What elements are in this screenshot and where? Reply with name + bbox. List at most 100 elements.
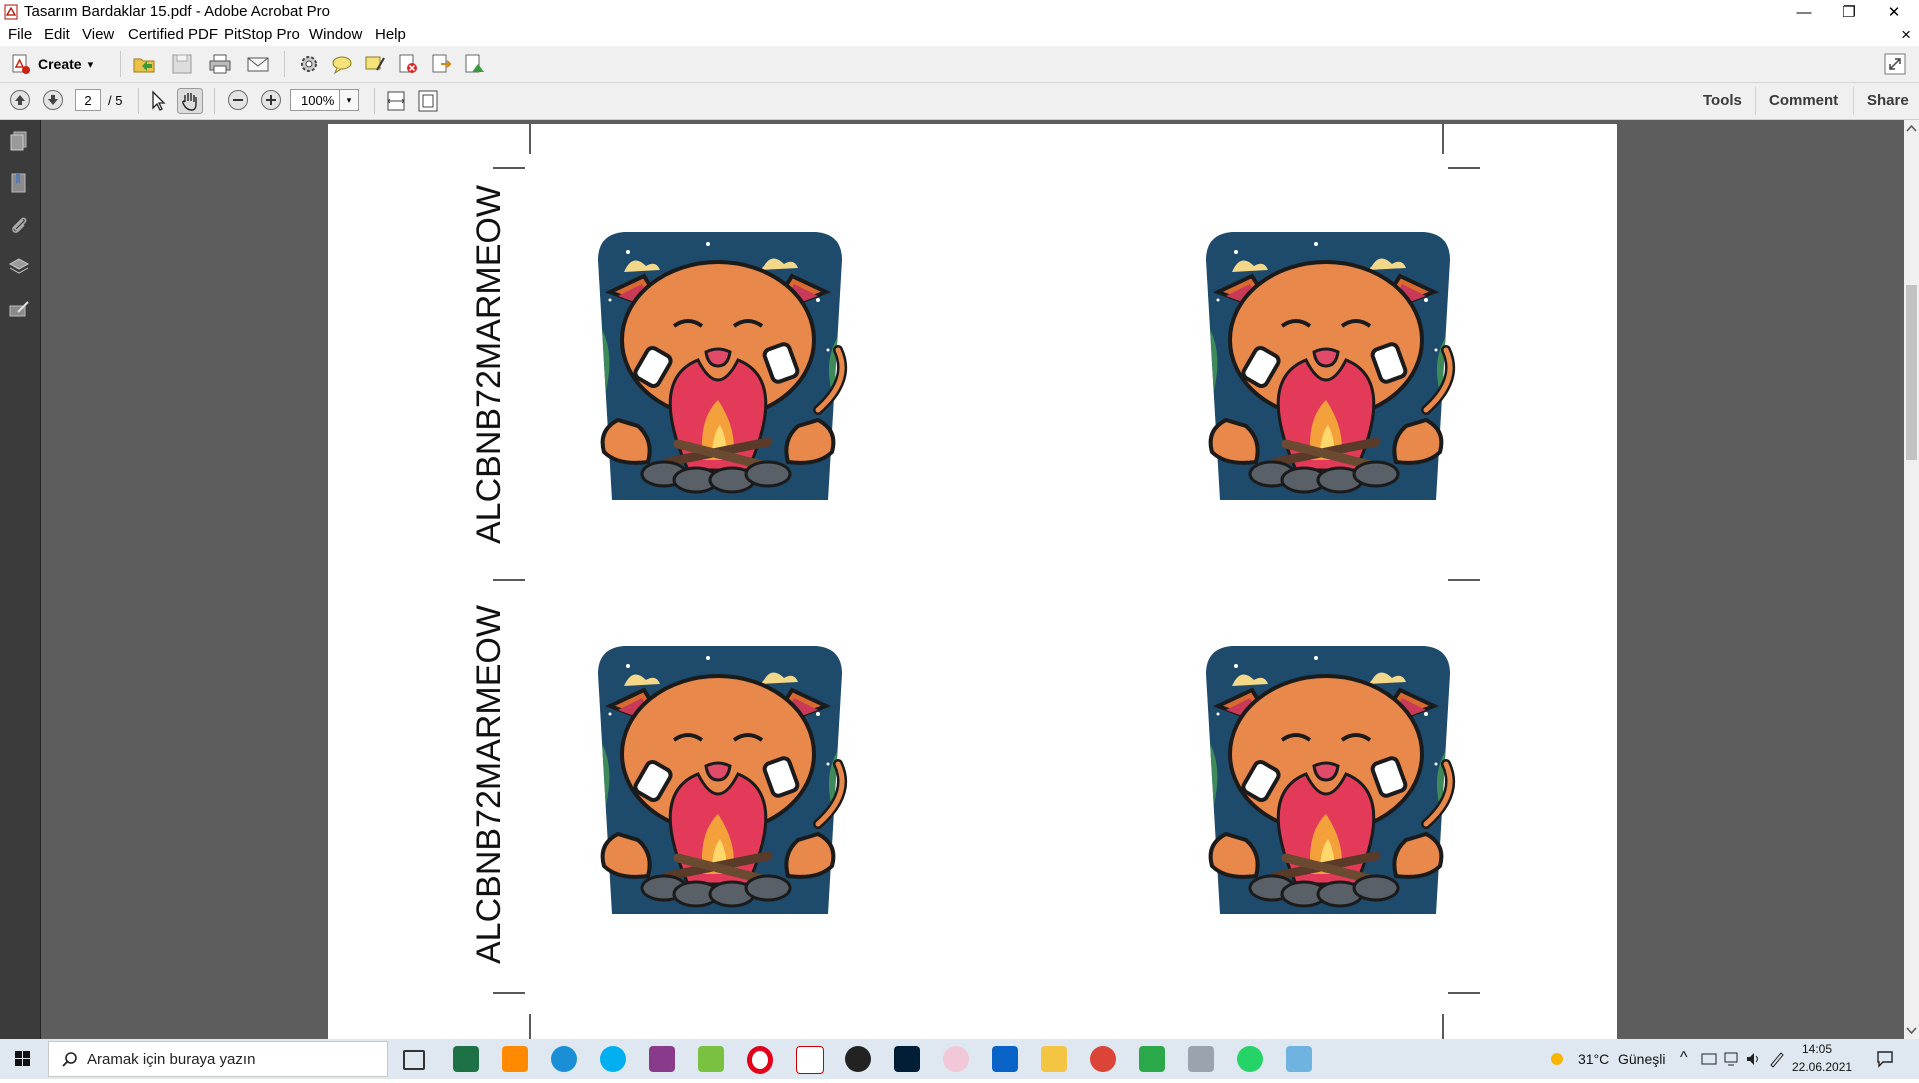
- share-link[interactable]: Share: [1867, 92, 1909, 109]
- page-total: / 5: [108, 93, 123, 108]
- search-icon: [62, 1052, 77, 1067]
- tools-link[interactable]: Tools: [1703, 92, 1742, 109]
- comment-icon[interactable]: [330, 52, 354, 76]
- signatures-icon[interactable]: [8, 298, 30, 320]
- menu-file[interactable]: File: [8, 26, 32, 43]
- title-bar: Tasarım Bardaklar 15.pdf - Adobe Acrobat…: [0, 0, 1919, 24]
- opera-icon[interactable]: [747, 1046, 773, 1074]
- email-icon[interactable]: [246, 52, 270, 76]
- vertical-label-top: ALCBNB72MARMEOW: [470, 185, 508, 544]
- zoom-dropdown-button[interactable]: ▾: [339, 89, 359, 111]
- green-app-2-icon[interactable]: [1139, 1046, 1165, 1072]
- next-page-button[interactable]: [43, 90, 63, 110]
- bookmarks-icon[interactable]: [8, 172, 30, 194]
- winrar-icon[interactable]: [649, 1046, 675, 1072]
- blue-app-icon[interactable]: [1286, 1046, 1312, 1072]
- zoom-level-input[interactable]: 100%: [290, 89, 340, 111]
- sticker-bottom-left: [588, 644, 852, 924]
- clock-date[interactable]: 22.06.2021: [1792, 1060, 1852, 1074]
- settings-icon[interactable]: [297, 52, 321, 76]
- close-document-button[interactable]: ×: [1901, 25, 1911, 45]
- main-toolbar: Create ▾: [0, 46, 1919, 83]
- close-window-button[interactable]: ✕: [1871, 0, 1917, 24]
- photoshop-icon[interactable]: [894, 1046, 920, 1072]
- acrobat-icon[interactable]: [796, 1046, 824, 1074]
- scrollbar-thumb[interactable]: [1906, 285, 1917, 460]
- page-artwork: ALCBNB72MARMEOW ALCBNB72MARMEOW: [470, 124, 1480, 1039]
- menu-view[interactable]: View: [82, 26, 114, 43]
- task-view-icon[interactable]: [403, 1050, 425, 1070]
- scroll-down-icon[interactable]: [1904, 1025, 1919, 1037]
- fit-page-icon[interactable]: [416, 89, 440, 113]
- document-view[interactable]: ALCBNB72MARMEOW ALCBNB72MARMEOW: [41, 120, 1904, 1039]
- volume-icon[interactable]: [1744, 1050, 1762, 1068]
- hand-tool-icon[interactable]: [177, 88, 203, 114]
- file-explorer-icon[interactable]: [1041, 1046, 1067, 1072]
- save-icon[interactable]: [170, 52, 194, 76]
- meet-now-icon[interactable]: [1700, 1050, 1718, 1068]
- create-button[interactable]: Create ▾: [10, 52, 93, 76]
- printer-app-icon[interactable]: [1188, 1046, 1214, 1072]
- windows-logo-icon: [15, 1051, 30, 1066]
- highlight-icon[interactable]: [363, 52, 387, 76]
- layers-icon[interactable]: [8, 256, 30, 278]
- green-app-icon[interactable]: [698, 1046, 724, 1072]
- vertical-scrollbar[interactable]: [1904, 120, 1919, 1039]
- redact-icon[interactable]: [396, 52, 420, 76]
- edge-icon[interactable]: [551, 1046, 577, 1072]
- create-label: Create: [38, 56, 82, 72]
- dark-app-icon[interactable]: [845, 1046, 871, 1072]
- toolbar-separator: [1853, 87, 1854, 115]
- excel-icon[interactable]: [453, 1046, 479, 1072]
- fullscreen-icon[interactable]: [1884, 53, 1906, 75]
- sticker-bottom-right: [1196, 644, 1460, 924]
- arrow-down-icon: [48, 95, 58, 105]
- zoom-in-button[interactable]: [261, 90, 281, 110]
- pen-icon[interactable]: [1768, 1050, 1786, 1068]
- weather-description: Güneşli: [1618, 1051, 1666, 1067]
- paint-app-icon[interactable]: [943, 1046, 969, 1072]
- outlook-icon[interactable]: [992, 1046, 1018, 1072]
- toolbar-separator: [1755, 87, 1756, 115]
- minimize-button[interactable]: —: [1781, 0, 1827, 24]
- clock-time[interactable]: 14:05: [1802, 1042, 1832, 1056]
- scroll-up-icon[interactable]: [1904, 122, 1919, 134]
- skype-icon[interactable]: [600, 1046, 626, 1072]
- attachments-icon[interactable]: [8, 214, 30, 236]
- menu-certified-pdf[interactable]: Certified PDF: [128, 26, 218, 43]
- illustrator-icon[interactable]: [502, 1046, 528, 1072]
- plus-icon: [266, 95, 276, 105]
- minus-icon: [233, 99, 243, 101]
- arrow-up-icon: [15, 95, 25, 105]
- taskbar-search-box[interactable]: Aramak için buraya yazın: [48, 1041, 388, 1077]
- create-pdf-icon: [12, 54, 30, 74]
- sticker-top-left: [588, 230, 852, 510]
- toolbar-separator: [138, 88, 139, 114]
- previous-page-button[interactable]: [10, 90, 30, 110]
- start-button[interactable]: [0, 1039, 46, 1079]
- fit-width-icon[interactable]: [384, 89, 408, 113]
- menu-help[interactable]: Help: [375, 26, 406, 43]
- weather-sun-icon: [1551, 1053, 1563, 1065]
- pages-icon[interactable]: [8, 130, 30, 152]
- export-icon[interactable]: [429, 52, 453, 76]
- restore-button[interactable]: ❐: [1826, 0, 1872, 24]
- navigation-toolbar: 2 / 5 100% ▾ Tools Comment Share: [0, 83, 1919, 120]
- select-tool-icon[interactable]: [146, 89, 170, 113]
- whatsapp-icon[interactable]: [1237, 1046, 1263, 1072]
- menu-pitstop-pro[interactable]: PitStop Pro: [224, 26, 300, 43]
- tray-overflow-button[interactable]: ^: [1680, 1049, 1688, 1067]
- notifications-icon[interactable]: [1875, 1049, 1895, 1069]
- menu-window[interactable]: Window: [309, 26, 362, 43]
- navigation-pane: [0, 120, 41, 1039]
- print-icon[interactable]: [208, 52, 232, 76]
- comment-link[interactable]: Comment: [1769, 92, 1838, 109]
- weather-temperature: 31°C: [1578, 1051, 1610, 1067]
- network-icon[interactable]: [1722, 1050, 1740, 1068]
- page-number-input[interactable]: 2: [75, 89, 101, 111]
- open-icon[interactable]: [132, 52, 156, 76]
- combine-icon[interactable]: [462, 52, 486, 76]
- menu-edit[interactable]: Edit: [44, 26, 70, 43]
- zoom-out-button[interactable]: [228, 90, 248, 110]
- chrome-icon[interactable]: [1090, 1046, 1116, 1072]
